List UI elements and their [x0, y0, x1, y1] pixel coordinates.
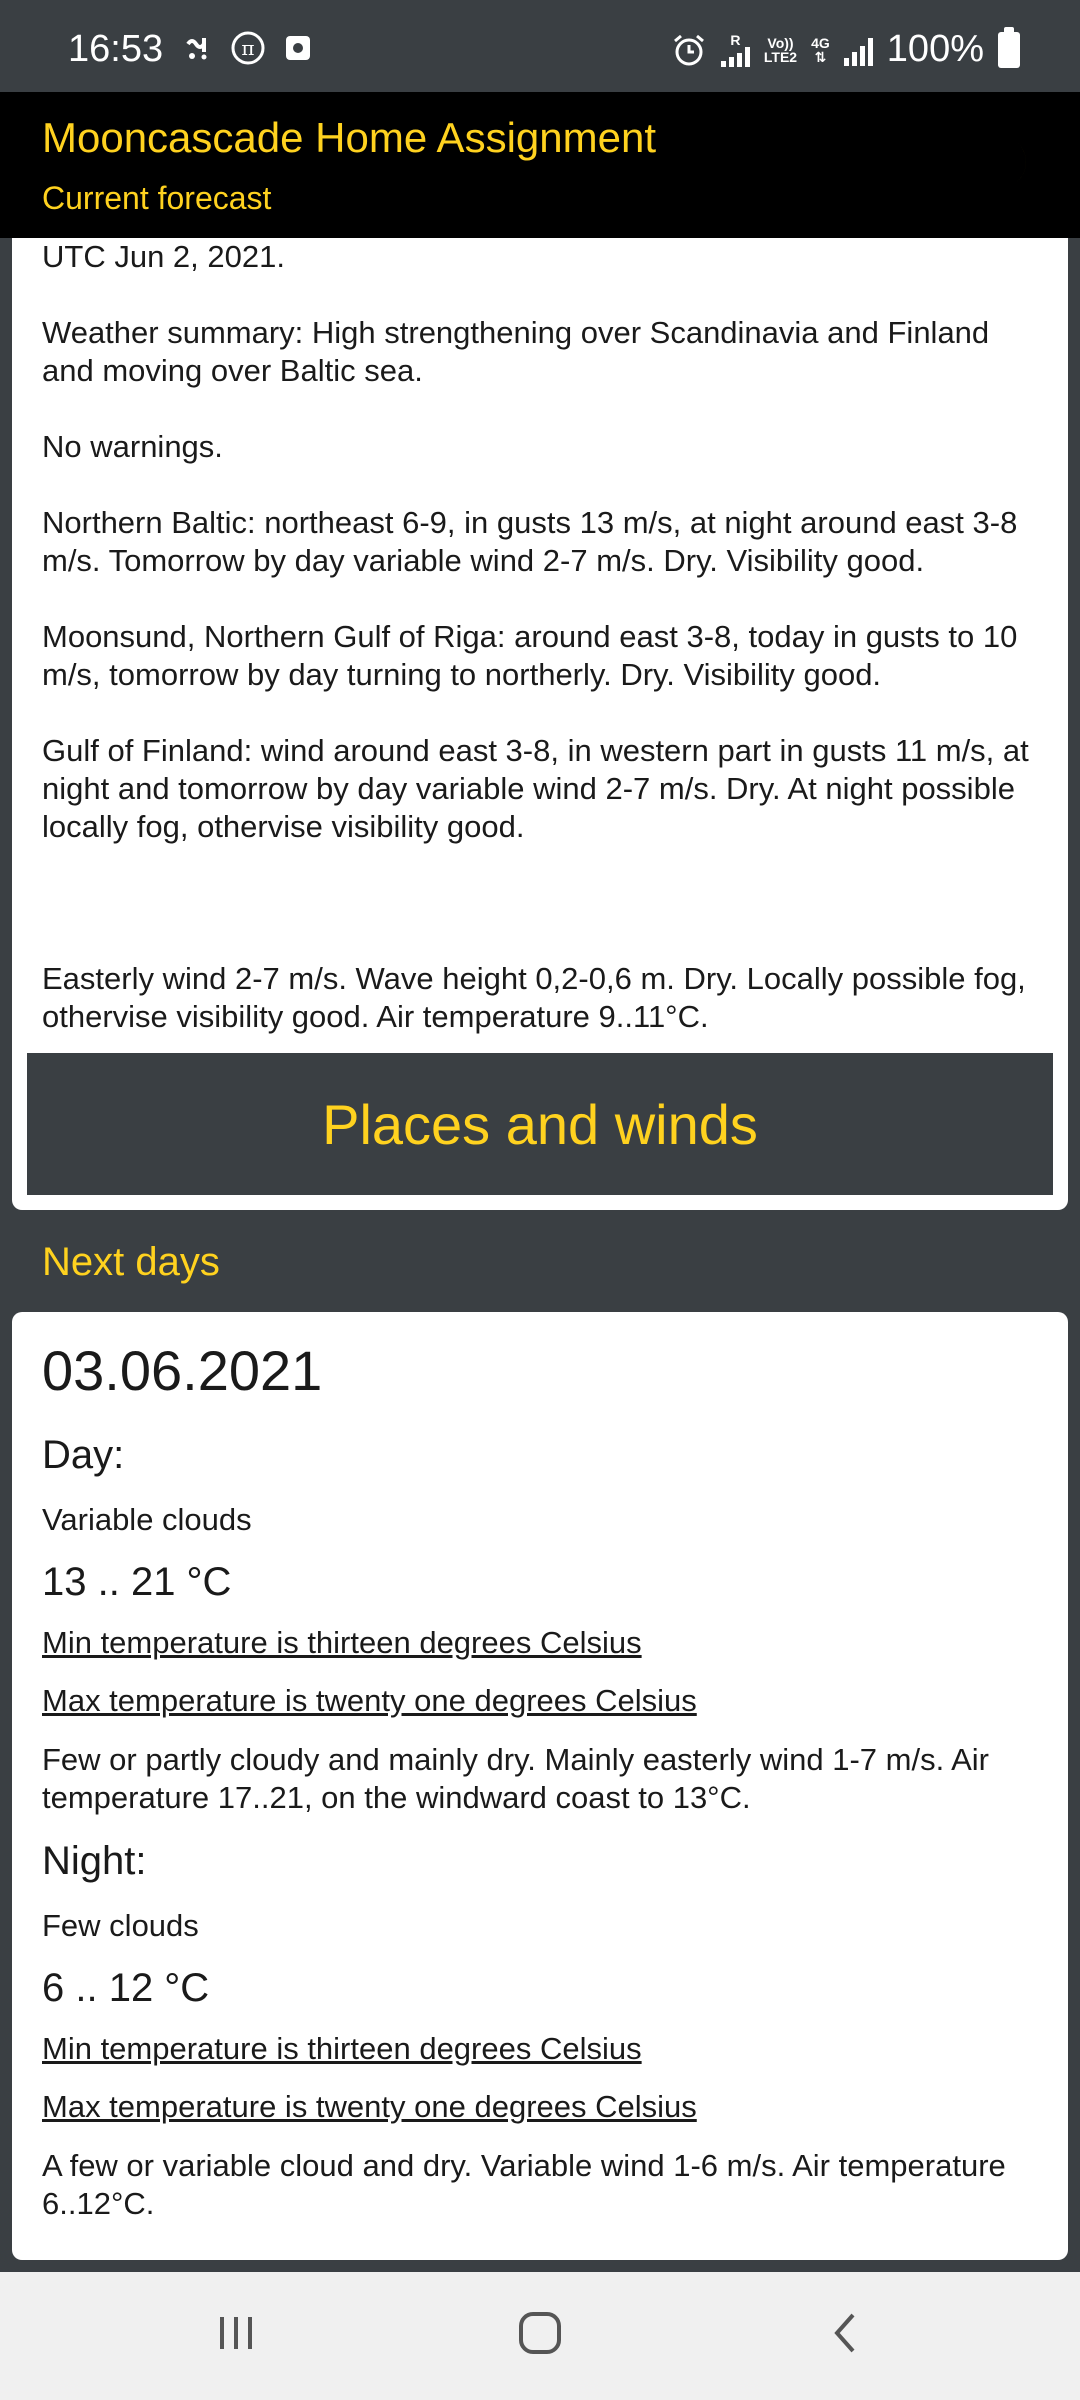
day-description: Few or partly cloudy and mainly dry. Mai…: [42, 1742, 989, 1815]
forecast-line: Weather summary: High strengthening over…: [42, 315, 990, 350]
forecast-line: m/s, tomorrow by day turning to northerl…: [42, 657, 882, 692]
network-type-label: 4G: [811, 34, 830, 51]
wind-notification-icon: [180, 30, 216, 66]
night-max-temp-link[interactable]: Max temperature is twenty one degrees Ce…: [42, 2089, 1038, 2125]
forecast-date: 03.06.2021: [42, 1339, 323, 1402]
status-bar: 16:53 π R Vo)) LTE2 4G ⇅ 100%: [0, 0, 1080, 92]
night-label: Night:: [42, 1839, 147, 1883]
status-time: 16:53: [68, 28, 164, 70]
pi-app-icon: π: [230, 30, 266, 66]
recent-apps-icon: [214, 2313, 258, 2358]
moon-icon: [990, 134, 1034, 195]
forecast-line: locally fog, othervise visibility good.: [42, 809, 525, 844]
forecast-paragraph: Northern Baltic: northeast 6-9, in gusts…: [42, 504, 1068, 580]
forecast-paragraph-empty: [42, 884, 1068, 922]
forecast-text: UTC Jun 2, 2021. Weather summary: High s…: [12, 238, 1068, 1036]
data-arrows-icon: ⇅: [814, 48, 827, 65]
places-and-winds-button[interactable]: Places and winds: [27, 1053, 1053, 1195]
battery-icon: [998, 26, 1020, 68]
signal-icon: [720, 46, 750, 67]
back-icon: [829, 2311, 859, 2360]
battery-percentage: 100%: [886, 28, 984, 70]
back-button[interactable]: [804, 2302, 884, 2368]
forecast-line: Gulf of Finland: wind around east 3-8, i…: [42, 733, 1029, 768]
alarm-icon: [671, 32, 707, 68]
forecast-paragraph: Weather summary: High strengthening over…: [42, 314, 1068, 390]
night-phenomenon: Few clouds: [42, 1908, 199, 1943]
app-subtitle: Current forecast: [42, 180, 272, 216]
forecast-paragraph: UTC Jun 2, 2021.: [42, 239, 285, 274]
volte-line2: LTE2: [763, 48, 798, 65]
volte-indicator: Vo)) LTE2: [764, 36, 797, 64]
theme-toggle-button[interactable]: [980, 132, 1044, 196]
status-left-icons: π: [180, 30, 316, 66]
recent-apps-button[interactable]: [196, 2302, 276, 2368]
forecast-paragraph: Easterly wind 2-7 m/s. Wave height 0,2-0…: [42, 960, 1068, 1036]
next-days-header: Next days: [42, 1240, 220, 1284]
day-forecast-card: 03.06.2021 Day: Variable clouds 13 .. 21…: [12, 1312, 1068, 2260]
night-temperature: 6 .. 12 °C: [42, 1966, 210, 2010]
navigation-bar: [0, 2272, 1080, 2400]
day-label: Day:: [42, 1433, 125, 1477]
square-notification-icon: [280, 30, 316, 66]
day-max-temp-link[interactable]: Max temperature is twenty one degrees Ce…: [42, 1683, 1038, 1719]
network-type: 4G ⇅: [811, 36, 830, 64]
forecast-paragraph: Gulf of Finland: wind around east 3-8, i…: [42, 732, 1068, 846]
day-phenomenon: Variable clouds: [42, 1502, 252, 1537]
forecast-line: Easterly wind 2-7 m/s. Wave height 0,2-0…: [42, 961, 1026, 996]
forecast-paragraph: No warnings.: [42, 429, 223, 464]
svg-text:π: π: [241, 36, 254, 60]
forecast-line: othervise visibility good. Air temperatu…: [42, 999, 709, 1034]
app-title: Mooncascade Home Assignment: [42, 114, 656, 161]
forecast-line: and moving over Baltic sea.: [42, 353, 423, 388]
current-forecast-card: UTC Jun 2, 2021. Weather summary: High s…: [12, 238, 1068, 1210]
day-min-temp-link[interactable]: Min temperature is thirteen degrees Cels…: [42, 1625, 1038, 1661]
home-icon: [517, 2310, 563, 2361]
forecast-line: m/s. Tomorrow by day variable wind 2-7 m…: [42, 543, 925, 578]
sim1-signal: R: [720, 31, 750, 67]
night-description: A few or variable cloud and dry. Variabl…: [42, 2148, 1006, 2221]
signal-icon: [843, 34, 873, 66]
forecast-line: Northern Baltic: northeast 6-9, in gusts…: [42, 505, 1018, 540]
forecast-line: night and tomorrow by day variable wind …: [42, 771, 1015, 806]
forecast-paragraph: Moonsund, Northern Gulf of Riga: around …: [42, 618, 1068, 694]
day-temperature: 13 .. 21 °C: [42, 1560, 232, 1604]
volte-line1: Vo)): [767, 34, 794, 51]
sim-label: R: [730, 31, 741, 48]
forecast-line: Moonsund, Northern Gulf of Riga: around …: [42, 619, 1018, 654]
app-bar: Mooncascade Home Assignment Current fore…: [0, 92, 1080, 238]
status-right: R Vo)) LTE2 4G ⇅ 100%: [671, 26, 1020, 71]
night-min-temp-link[interactable]: Min temperature is thirteen degrees Cels…: [42, 2031, 1038, 2067]
home-button[interactable]: [500, 2302, 580, 2368]
